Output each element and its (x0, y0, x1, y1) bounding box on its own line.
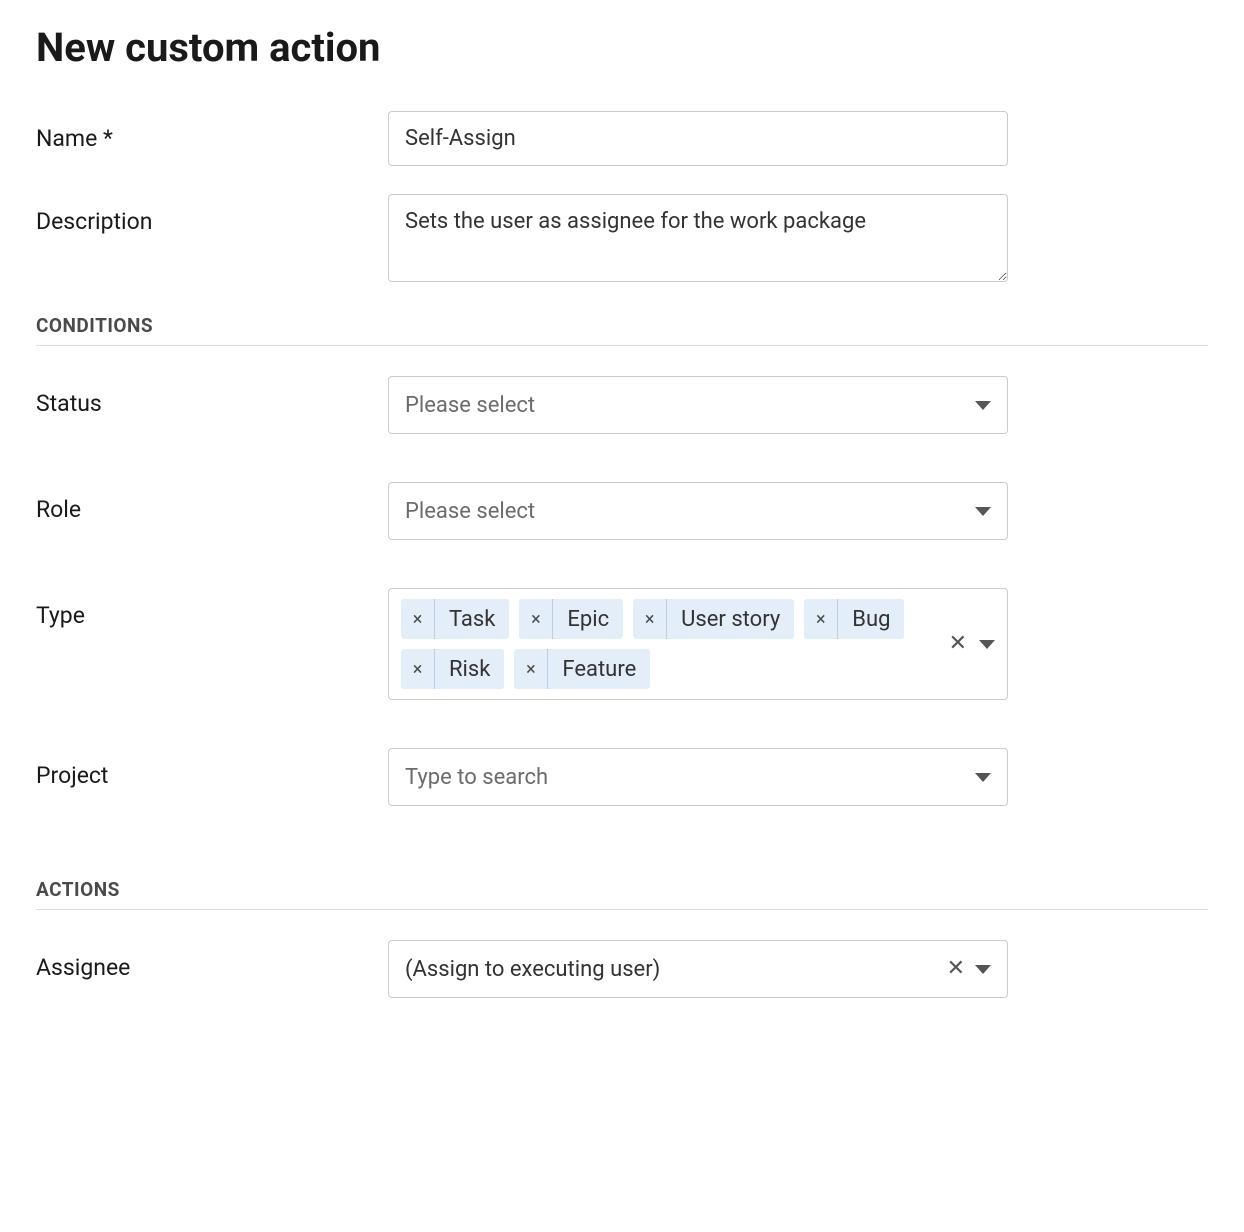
project-row: Project Type to search (36, 748, 1208, 806)
name-row: Name (36, 111, 1208, 166)
status-label: Status (36, 376, 388, 417)
chevron-down-icon (975, 507, 991, 516)
type-label: Type (36, 588, 388, 629)
status-row: Status Please select (36, 376, 1208, 434)
chip-feature: × Feature (514, 649, 650, 689)
page-title: New custom action (36, 24, 1208, 71)
assignee-value: (Assign to executing user) (405, 957, 660, 982)
chevron-down-icon[interactable] (979, 640, 995, 649)
name-label: Name (36, 111, 388, 152)
actions-heading: ACTIONS (36, 878, 1208, 909)
type-multiselect[interactable]: × Task × Epic × User story × Bug × Ris (388, 588, 1008, 700)
status-placeholder: Please select (405, 393, 535, 418)
type-row: Type × Task × Epic × User story × Bug (36, 588, 1208, 700)
description-row: Description (36, 194, 1208, 286)
actions-divider (36, 909, 1208, 910)
conditions-divider (36, 345, 1208, 346)
chip-label: Epic (553, 599, 623, 639)
chevron-down-icon (975, 401, 991, 410)
chip-label: Bug (838, 599, 904, 639)
chip-remove-icon[interactable]: × (633, 599, 667, 639)
chip-epic: × Epic (519, 599, 623, 639)
name-input[interactable] (388, 111, 1008, 166)
role-select[interactable]: Please select (388, 482, 1008, 540)
role-row: Role Please select (36, 482, 1208, 540)
chip-bug: × Bug (804, 599, 904, 639)
chip-label: Feature (548, 649, 650, 689)
chip-remove-icon[interactable]: × (519, 599, 553, 639)
role-placeholder: Please select (405, 499, 535, 524)
chip-risk: × Risk (401, 649, 504, 689)
chip-label: Task (435, 599, 509, 639)
chip-label: User story (667, 599, 794, 639)
description-textarea[interactable] (388, 194, 1008, 282)
chip-remove-icon[interactable]: × (514, 649, 548, 689)
chip-user-story: × User story (633, 599, 794, 639)
description-label: Description (36, 194, 388, 235)
project-label: Project (36, 748, 388, 789)
clear-all-icon[interactable]: ✕ (949, 633, 967, 655)
project-select[interactable]: Type to search (388, 748, 1008, 806)
clear-icon[interactable]: ✕ (947, 958, 965, 980)
role-label: Role (36, 482, 388, 523)
conditions-heading: CONDITIONS (36, 314, 1208, 345)
chevron-down-icon (975, 965, 991, 974)
project-placeholder: Type to search (405, 765, 548, 790)
chevron-down-icon (975, 773, 991, 782)
chip-label: Risk (435, 649, 504, 689)
chip-remove-icon[interactable]: × (804, 599, 838, 639)
chip-task: × Task (401, 599, 509, 639)
assignee-row: Assignee (Assign to executing user) ✕ (36, 940, 1208, 998)
type-chips-container: × Task × Epic × User story × Bug × Ris (401, 599, 939, 689)
status-select[interactable]: Please select (388, 376, 1008, 434)
assignee-label: Assignee (36, 940, 388, 981)
assignee-select[interactable]: (Assign to executing user) ✕ (388, 940, 1008, 998)
chip-remove-icon[interactable]: × (401, 599, 435, 639)
chip-remove-icon[interactable]: × (401, 649, 435, 689)
